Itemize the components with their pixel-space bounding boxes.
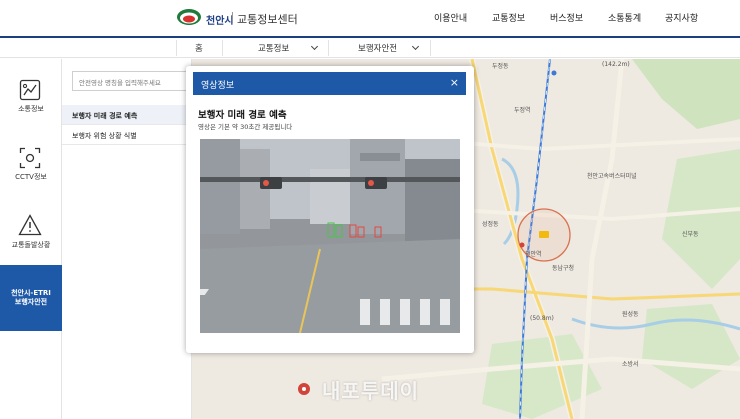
map-label: 성정동 [482, 221, 499, 228]
rail-item-label: 천안시-ETRI 보행자안전 [11, 289, 51, 306]
nav-traffic-info[interactable]: 교통정보 [492, 11, 525, 24]
close-icon[interactable]: × [450, 76, 459, 89]
rail-item-pedestrian-safety[interactable]: 천안시-ETRI 보행자안전 [0, 265, 62, 331]
modal-header: 영상정보 × [193, 72, 466, 95]
watermark: 내포투데이 [322, 379, 419, 403]
crumb-divider [430, 40, 431, 56]
map-label: 천안역 [525, 251, 542, 258]
modal-title: 보행자 미래 경로 예측 [198, 110, 287, 121]
map-label: (50.8m) [530, 315, 554, 322]
crumb-divider [222, 40, 223, 56]
map-label: 원성동 [622, 311, 639, 318]
cctv-icon [19, 147, 41, 169]
map-label: 두정역 [514, 107, 531, 114]
cctv-video-player[interactable] [200, 139, 460, 333]
video-info-modal: 영상정보 × 보행자 미래 경로 예측 영상은 기본 약 30초간 제공됩니다 [186, 66, 474, 353]
side-panel: 안전영상 명칭을 입력해주세요 보행자 미래 경로 예측 보행자 위험 상황 식… [62, 59, 192, 419]
rail-item-traffic-flow[interactable]: 소통정보 [0, 77, 62, 117]
search-input[interactable]: 안전영상 명칭을 입력해주세요 [72, 71, 188, 91]
modal-header-title: 영상정보 [201, 81, 235, 91]
rail-item-incident[interactable]: 교통돌발상황 [0, 213, 62, 253]
list-item-future-path[interactable]: 보행자 미래 경로 예측 [62, 105, 192, 125]
map-label: 두정동 [492, 63, 509, 70]
list-item-risk-detection[interactable]: 보행자 위험 상황 식별 [62, 125, 192, 145]
rail-item-label: 교통돌발상황 [11, 241, 51, 249]
rail-item-cctv[interactable]: CCTV정보 [0, 145, 62, 185]
city-logo-icon[interactable] [176, 8, 202, 26]
nav-traffic-stats[interactable]: 소통통계 [608, 11, 641, 24]
nav-guide[interactable]: 이용안내 [434, 11, 467, 24]
crumb-divider [176, 40, 177, 56]
breadcrumb-level1[interactable]: 교통정보 [258, 42, 289, 54]
top-header: 천안시 교통정보센터 이용안내 교통정보 버스정보 소통통계 공지사항 [0, 0, 740, 36]
rail-item-label: CCTV정보 [15, 173, 47, 181]
cctv-frame-image [200, 139, 460, 333]
warning-icon [18, 214, 42, 236]
left-icon-rail: 소통정보 CCTV정보 교통돌발상황 천안시-ETRI 보행자안전 [0, 59, 62, 419]
map-label: (142.2m) [602, 61, 630, 68]
logo-divider [232, 12, 233, 23]
city-name[interactable]: 천안시 [206, 12, 234, 27]
chevron-down-icon[interactable] [310, 42, 319, 51]
nav-notice[interactable]: 공지사항 [665, 11, 698, 24]
traffic-flow-icon [19, 79, 41, 101]
chevron-down-icon[interactable] [411, 42, 420, 51]
nav-bus-info[interactable]: 버스정보 [550, 11, 583, 24]
breadcrumb-home[interactable]: 홈 [195, 42, 203, 54]
map-label: 동남구청 [552, 265, 575, 272]
map-label: 신부동 [682, 231, 699, 238]
breadcrumb-level2[interactable]: 보행자안전 [358, 42, 397, 54]
modal-subtitle: 영상은 기본 약 30초간 제공됩니다 [198, 123, 293, 131]
site-title[interactable]: 교통정보센터 [237, 11, 298, 27]
map-label: 소방서 [622, 361, 639, 368]
crumb-divider [328, 40, 329, 56]
rail-item-label: 소통정보 [18, 105, 44, 113]
map-label: 천안고속버스터미널 [587, 173, 637, 180]
breadcrumb: 홈 교통정보 보행자안전 [0, 38, 740, 58]
